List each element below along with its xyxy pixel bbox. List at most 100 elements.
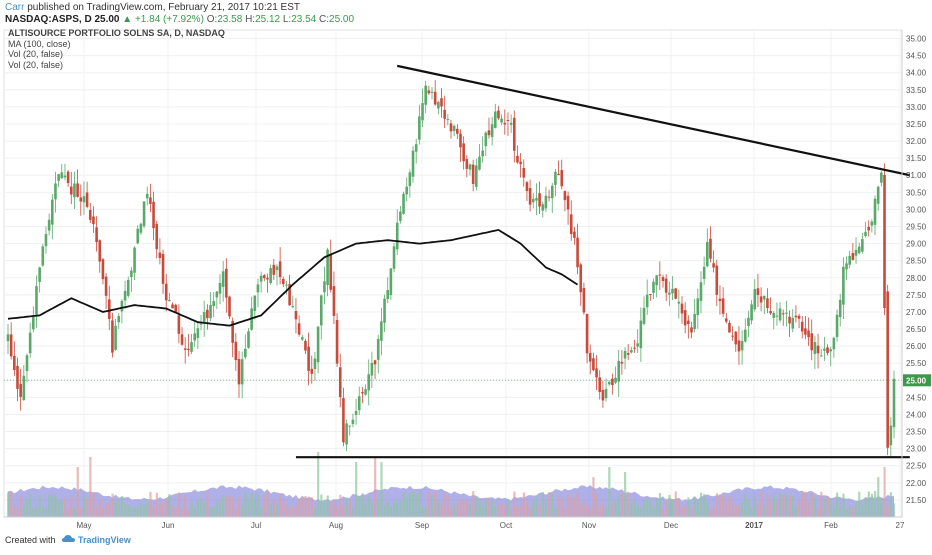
candle-body	[715, 265, 719, 295]
volume-bar	[396, 502, 399, 517]
candle-body	[174, 304, 178, 312]
y-tick-label: 32.50	[906, 120, 927, 129]
candle-body	[338, 367, 342, 398]
volume-bar	[332, 499, 336, 517]
volume-bar	[155, 492, 158, 517]
volume-bar	[636, 505, 639, 517]
candle-body	[269, 268, 272, 284]
candle-body	[497, 110, 500, 119]
candle-body	[348, 425, 352, 427]
volume-bar	[677, 498, 681, 517]
candle-body	[342, 398, 345, 443]
footer: Created with TradingView	[5, 534, 131, 546]
candle-body	[212, 301, 215, 307]
volume-bar	[813, 498, 817, 517]
candle-body	[6, 334, 10, 342]
candle-body	[750, 304, 753, 321]
candle-body	[503, 122, 507, 125]
author-link[interactable]: Carr	[5, 2, 24, 13]
candle-body	[588, 353, 592, 362]
volume-bar	[858, 491, 861, 517]
volume-bar	[709, 508, 712, 517]
candle-body	[209, 305, 212, 319]
volume-bar	[617, 493, 620, 517]
candle-body	[762, 295, 766, 300]
volume-bar	[152, 505, 155, 517]
y-tick-label: 31.00	[906, 171, 927, 180]
y-tick-label: 30.00	[906, 205, 927, 214]
last-price-label: 25.00	[906, 376, 927, 385]
candle-body	[756, 288, 760, 296]
candle-body	[44, 234, 48, 247]
candle-body	[452, 125, 456, 132]
candle-body	[408, 172, 412, 186]
open-label: O:	[206, 14, 218, 25]
candle-body	[791, 317, 795, 329]
volume-bar	[320, 494, 323, 517]
volume-bar	[219, 502, 222, 517]
volume-bar	[405, 496, 408, 517]
candle-body	[851, 253, 855, 260]
candle-body	[585, 313, 589, 354]
volume-bar	[67, 508, 70, 517]
volume-bar	[377, 498, 380, 517]
candle-body	[633, 347, 636, 349]
volume-bar	[551, 493, 554, 517]
indicator-legend: ALTISOURCE PORTFOLIO SOLNS SA, D, NASDAQ…	[8, 28, 225, 70]
volume-bar	[823, 499, 826, 517]
volume-bar	[548, 492, 551, 517]
volume-bar	[212, 506, 215, 517]
candle-body	[60, 172, 64, 179]
candle-body	[747, 317, 750, 326]
candle-body	[380, 321, 383, 341]
candle-body	[215, 291, 219, 298]
candle-body	[28, 332, 32, 354]
y-tick-label: 34.00	[906, 69, 927, 78]
candle-body	[395, 222, 399, 250]
candle-body	[370, 362, 374, 376]
candle-body	[475, 165, 478, 187]
tradingview-logo[interactable]: TradingView	[61, 534, 131, 545]
volume-bar	[317, 452, 320, 517]
candle-body	[354, 411, 358, 415]
low-value: 23.54	[291, 14, 317, 25]
candle-body	[418, 116, 421, 140]
candle-body	[19, 383, 22, 397]
volume-bar	[196, 499, 200, 517]
volume-legend-1[interactable]: Vol (20, false)	[8, 49, 225, 60]
volume-bar	[120, 496, 124, 517]
volume-bar	[98, 498, 101, 517]
candle-body	[139, 223, 143, 233]
candle-body	[225, 268, 228, 298]
candle-body	[528, 188, 532, 205]
volume-bar	[522, 492, 525, 517]
candle-body	[123, 290, 127, 301]
x-tick-label: Aug	[329, 521, 343, 530]
candle-body	[731, 335, 734, 337]
volume-bar	[763, 505, 766, 517]
volume-bar	[10, 492, 13, 517]
candle-body	[554, 171, 557, 185]
candle-body	[196, 328, 200, 338]
volume-bar	[187, 508, 190, 517]
volume-bar	[468, 504, 472, 517]
volume-legend-2[interactable]: Vol (20, false)	[8, 60, 225, 71]
candle-body	[389, 268, 393, 296]
ma-legend[interactable]: MA (100, close)	[8, 39, 225, 50]
volume-bar	[532, 501, 535, 517]
volume-bar	[658, 492, 662, 517]
candle-body	[399, 211, 402, 221]
y-tick-label: 25.50	[906, 359, 927, 368]
volume-bar	[643, 501, 646, 517]
candle-body	[775, 315, 779, 317]
volume-bar	[646, 498, 649, 517]
candle-body	[142, 201, 146, 227]
candle-body	[680, 303, 684, 314]
candle-body	[183, 348, 187, 350]
candle-body	[446, 119, 450, 121]
volume-bar	[108, 502, 111, 517]
volume-bar	[725, 503, 728, 517]
candle-body	[291, 306, 295, 308]
candle-body	[683, 310, 687, 326]
volume-bar	[674, 491, 677, 517]
